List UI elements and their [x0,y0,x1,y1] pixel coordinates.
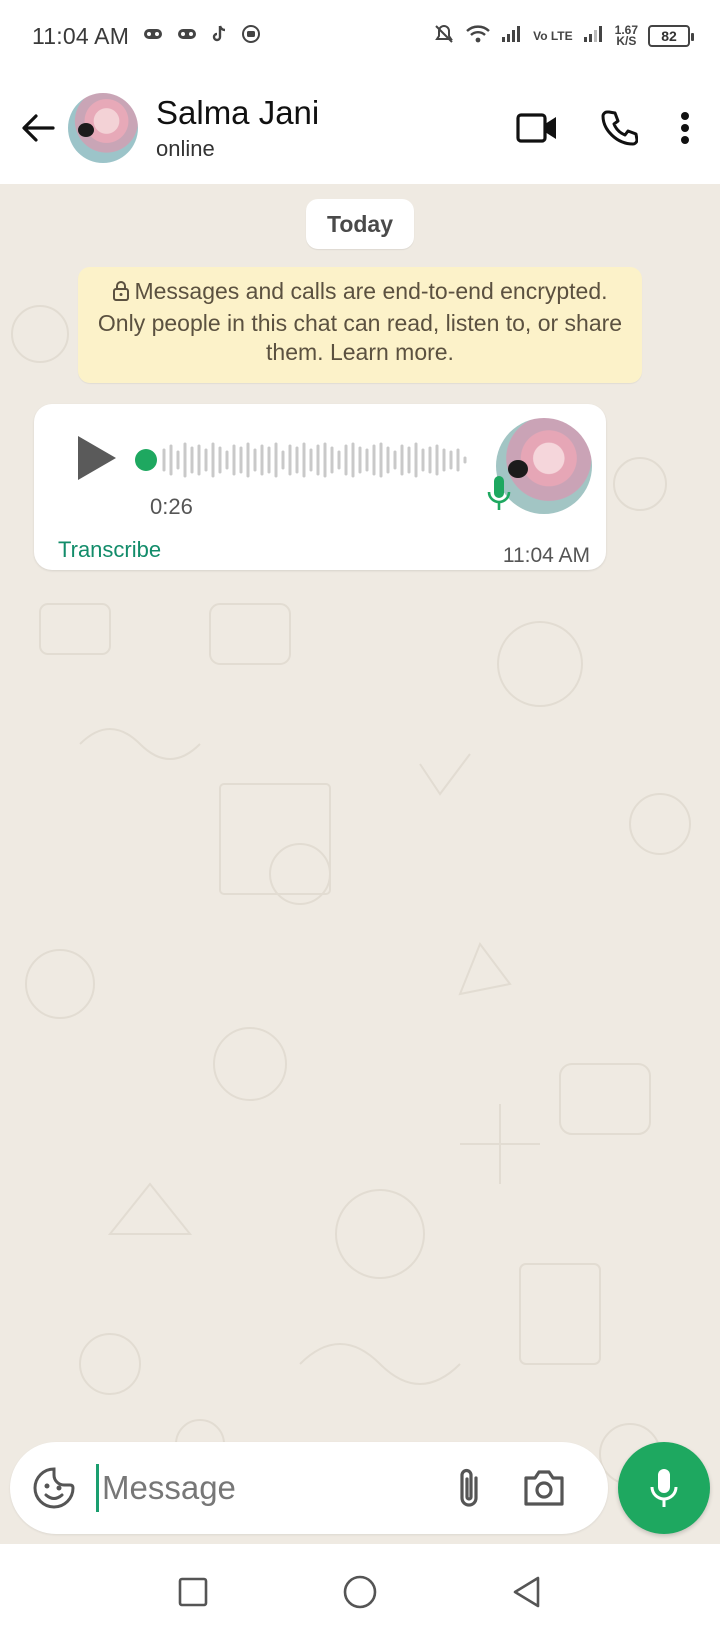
message-input[interactable] [102,1458,402,1518]
controller-icon [143,27,163,46]
back-arrow-icon [22,114,55,142]
battery-level: 82 [661,28,677,44]
recent-apps-button[interactable] [171,1570,215,1614]
voice-call-button[interactable] [600,109,638,147]
record-voice-button[interactable] [618,1442,710,1534]
video-call-icon [516,113,556,143]
camera-button[interactable] [522,1468,566,1508]
play-button[interactable] [72,432,120,484]
mic-icon [486,474,512,514]
battery-indicator: 82 [648,25,694,47]
more-vert-icon [681,112,689,144]
encryption-notice[interactable]: Messages and calls are end-to-end encryp… [78,267,642,383]
paperclip-icon [460,1468,478,1507]
doodle-wallpaper [11,305,691,1485]
status-right: Vo LTE 1.67 K/S 82 [433,23,694,50]
contact-avatar[interactable] [68,93,138,163]
more-options-button[interactable] [680,111,690,145]
encryption-notice-text: Messages and calls are end-to-end encryp… [97,278,623,365]
voice-waveform[interactable] [134,438,494,482]
wifi-icon [465,24,491,49]
tiktok-icon [211,25,227,48]
speed-unit: K/S [616,34,637,48]
header-actions [516,109,690,147]
sticker-button[interactable] [32,1466,76,1510]
message-time: 11:04 AM [502,544,590,567]
contact-name: Salma Jani [156,94,320,131]
status-left: 11:04 AM [32,23,261,50]
sticker-icon [33,1467,75,1509]
text-caret [96,1464,99,1512]
attach-button[interactable] [450,1466,490,1512]
signal-icon [583,25,605,48]
contact-info[interactable]: Salma Jani online [156,94,516,162]
triangle-back-icon [513,1576,539,1608]
circle-icon [343,1575,377,1609]
back-button[interactable] [16,106,60,150]
voice-message-bubble[interactable]: 0:26 Transcribe 11:04 AM [34,404,606,570]
network-type: Vo LTE [533,28,573,43]
home-button[interactable] [338,1570,382,1614]
system-nav-bar [0,1544,720,1640]
square-icon [179,1577,208,1607]
transcribe-link[interactable]: Transcribe [58,537,161,563]
mute-icon [433,23,455,50]
camera-icon [524,1470,564,1506]
back-nav-button[interactable] [505,1570,549,1614]
chat-area[interactable]: Today Messages and calls are end-to-end … [0,184,720,1544]
status-bar: 11:04 AM Vo LTE 1.67 K/S 82 [0,0,720,72]
message-composer [10,1442,608,1534]
play-icon [78,436,116,480]
microphone-icon [650,1469,678,1507]
phone-icon [601,110,638,146]
chat-header: Salma Jani online [0,72,720,184]
voice-duration: 0:26 [150,494,193,519]
signal-icon [501,25,523,48]
app-icon [241,24,261,49]
contact-status: online [156,136,215,161]
network-speed: 1.67 K/S [615,24,638,48]
video-call-button[interactable] [516,112,558,144]
controller-icon [177,27,197,46]
lock-icon [112,280,130,309]
status-time: 11:04 AM [32,22,130,49]
date-chip: Today [306,199,414,249]
